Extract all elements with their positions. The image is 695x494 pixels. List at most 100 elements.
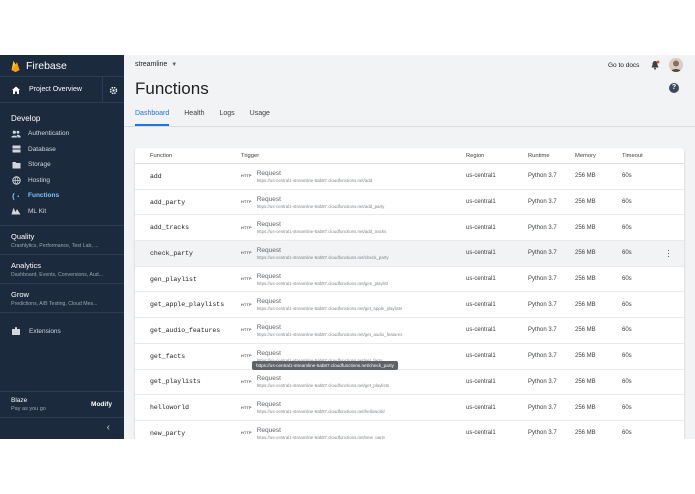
storage-icon	[11, 160, 21, 169]
table-body: add HTTP Request https://us-central1-stream…	[135, 164, 684, 439]
region-cell: us-central1	[466, 353, 496, 360]
col-timeout[interactable]: Timeout	[622, 153, 643, 159]
project-selector[interactable]: streamline ▼	[135, 61, 177, 68]
avatar[interactable]	[669, 58, 683, 72]
sidebar-item-storage[interactable]: Storage	[0, 157, 124, 173]
function-name: add_party	[150, 198, 186, 206]
trigger-url[interactable]: https://us-central1-streamline-5ab87.clo…	[257, 204, 385, 209]
top-bar: streamline ▼ Go to docs	[124, 55, 695, 77]
memory-cell: 256 MB	[575, 430, 596, 437]
timeout-cell: 60s	[622, 250, 632, 257]
table-row[interactable]: get_playlists HTTP Request https://us-centr…	[135, 370, 684, 396]
group-title: Analytics	[11, 261, 42, 270]
sidebar-item-database[interactable]: Database	[0, 142, 124, 158]
http-badge: HTTP	[241, 200, 252, 205]
http-badge: HTTP	[241, 328, 252, 333]
sidebar-group-grow[interactable]: Grow Predictions, A/B Testing, Cloud Mes.…	[0, 283, 124, 312]
table-row[interactable]: add_party HTTP Request https://us-central1-…	[135, 190, 684, 216]
table-row[interactable]: get_facts HTTP Request https://us-central1-…	[135, 344, 684, 370]
settings-button[interactable]	[102, 77, 124, 103]
col-trigger[interactable]: Trigger	[241, 153, 259, 159]
extensions-icon	[12, 326, 20, 335]
trigger-url[interactable]: https://us-central1-streamline-5ab87.clo…	[257, 332, 403, 337]
http-badge: HTTP	[241, 277, 252, 282]
sidebar-group-quality[interactable]: Quality Crashlytics, Performance, Test La…	[0, 225, 124, 254]
project-overview-link[interactable]: Project Overview	[0, 77, 124, 103]
timeout-cell: 60s	[622, 224, 632, 231]
runtime-cell: Python 3.7	[528, 378, 557, 385]
tab-dashboard[interactable]: Dashboard	[135, 110, 170, 126]
extensions-link[interactable]: Extensions	[0, 312, 124, 349]
function-name: add	[150, 172, 162, 180]
help-icon[interactable]: ?	[669, 83, 679, 93]
runtime-cell: Python 3.7	[528, 276, 557, 283]
trigger-cell: HTTP Requesthttps://us-central1-streamlin…	[241, 170, 372, 183]
timeout-cell: 60s	[622, 199, 632, 206]
table-row[interactable]: gen_playlist HTTP Request https://us-centra…	[135, 267, 684, 293]
region-cell: us-central1	[466, 224, 496, 231]
region-cell: us-central1	[466, 327, 496, 334]
trigger-url[interactable]: https://us-central1-streamline-5ab87.clo…	[257, 435, 385, 439]
trigger-type: Request	[256, 375, 281, 383]
trigger-info: Requesthttps://us-central1-streamline-5a…	[257, 170, 372, 183]
http-badge: HTTP	[241, 225, 252, 230]
trigger-info: Requesthttps://us-central1-streamline-5a…	[257, 401, 385, 414]
col-region[interactable]: Region	[466, 153, 484, 159]
trigger-url[interactable]: https://us-central1-streamline-5ab87.clo…	[257, 383, 389, 388]
more-vert-icon[interactable]: · · ·	[667, 246, 670, 261]
timeout-cell: 60s	[622, 301, 632, 308]
memory-cell: 256 MB	[575, 353, 596, 360]
region-cell: us-central1	[466, 378, 496, 385]
tab-usage[interactable]: Usage	[250, 110, 270, 126]
table-row[interactable]: add HTTP Request https://us-central1-stream…	[135, 164, 684, 190]
table-row[interactable]: helloworld HTTP Request https://us-central1…	[135, 395, 684, 421]
table-row[interactable]: check_party HTTP Request https://us-central…	[135, 241, 684, 267]
trigger-cell: HTTP Requesthttps://us-central1-streamlin…	[241, 196, 384, 209]
table-row[interactable]: add_tracks HTTP Request https://us-central1…	[135, 215, 684, 242]
col-function[interactable]: Function	[150, 153, 172, 159]
sidebar-item-functions[interactable]: (·) Functions	[0, 188, 124, 204]
trigger-type: Request	[256, 246, 281, 254]
sidebar-item-hosting[interactable]: Hosting	[0, 173, 124, 189]
http-badge: HTTP	[241, 405, 252, 410]
trigger-cell: HTTP Requesthttps://us-central1-streamlin…	[241, 324, 402, 337]
tab-health[interactable]: Health	[184, 110, 204, 126]
tab-logs[interactable]: Logs	[219, 110, 234, 126]
trigger-url[interactable]: https://us-central1-streamline-5ab87.clo…	[257, 178, 372, 183]
group-subtitle: Predictions, A/B Testing, Cloud Mes...	[11, 301, 98, 307]
table-row[interactable]: get_apple_playlists HTTP Request https://us…	[135, 292, 684, 319]
timeout-cell: 60s	[622, 327, 632, 334]
trigger-url[interactable]: https://us-central1-streamline-5ab87.clo…	[257, 281, 388, 286]
sidebar-group-analytics[interactable]: Analytics Dashboard, Events, Conversions,…	[0, 254, 124, 283]
trigger-type: Request	[256, 323, 281, 331]
timeout-cell: 60s	[622, 430, 632, 437]
runtime-cell: Python 3.7	[528, 301, 557, 308]
trigger-url[interactable]: https://us-central1-streamline-5ab87.clo…	[257, 229, 387, 234]
runtime-cell: Python 3.7	[528, 224, 557, 231]
group-subtitle: Crashlytics, Performance, Test Lab, ...	[11, 243, 99, 249]
table-row[interactable]: new_party HTTP Request https://us-central1-…	[135, 421, 684, 439]
collapse-sidebar[interactable]: ‹	[0, 417, 124, 439]
runtime-cell: Python 3.7	[528, 404, 557, 411]
notifications-bell-icon[interactable]	[650, 60, 660, 70]
tab-bar: Dashboard Health Logs Usage	[135, 110, 285, 126]
trigger-url[interactable]: https://us-central1-streamline-5ab87.clo…	[257, 306, 402, 311]
sidebar-item-ml-kit[interactable]: ML Kit	[0, 204, 124, 220]
col-memory[interactable]: Memory	[575, 153, 596, 159]
sidebar-item-authentication[interactable]: Authentication	[0, 126, 124, 142]
trigger-type: Request	[256, 195, 281, 203]
trigger-url[interactable]: https://us-central1-streamline-5ab87.clo…	[257, 409, 385, 414]
col-runtime[interactable]: Runtime	[528, 153, 550, 159]
go-to-docs-link[interactable]: Go to docs	[608, 62, 639, 69]
trigger-url[interactable]: https://us-central1-streamline-5ab87.clo…	[257, 255, 389, 260]
http-badge: HTTP	[241, 302, 252, 307]
table-row[interactable]: get_audio_features HTTP Request https://us-…	[135, 318, 684, 344]
table-header: Function Trigger Region Runtime Memory T…	[135, 148, 684, 164]
database-icon	[11, 145, 21, 154]
trigger-type: Request	[256, 169, 281, 177]
sidebar-item-label: Hosting	[28, 176, 51, 184]
modify-plan-button[interactable]: Modify	[91, 401, 112, 408]
project-overview-label: Project Overview	[29, 86, 82, 93]
memory-cell: 256 MB	[575, 250, 596, 257]
firebase-logo[interactable]: Firebase	[0, 55, 124, 77]
